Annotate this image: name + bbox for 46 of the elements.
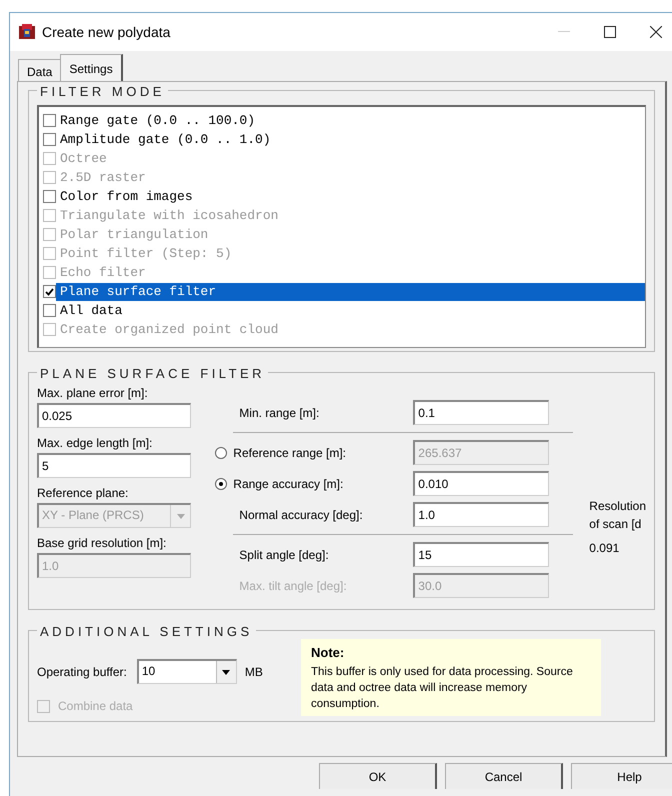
list-item[interactable]: Color from images [56, 188, 645, 206]
resolution-label: of scan [d [589, 516, 642, 533]
field-label: Max. edge length [m]: [37, 435, 154, 452]
field-label: Reference range [m]: [233, 444, 346, 462]
input-field[interactable]: 15 [413, 542, 550, 567]
field-label: Range accuracy [m]: [233, 476, 344, 492]
radio-button[interactable] [215, 478, 228, 490]
checkbox[interactable] [43, 114, 56, 127]
resolution-label: Resolution [589, 498, 646, 515]
list-item[interactable]: Amplitude gate (0.0 .. 1.0) [56, 130, 645, 148]
field-label: Min. range [m]: [239, 404, 320, 422]
app-icon [18, 23, 36, 41]
dialog-button[interactable]: OK [319, 763, 437, 789]
input-field[interactable]: 0.025 [37, 403, 192, 428]
input-field[interactable]: 0.010 [413, 471, 550, 496]
field-label: Max. tilt angle [deg]: [239, 578, 347, 594]
checkbox-label: Combine data [58, 698, 133, 715]
tab[interactable]: Data [18, 59, 62, 81]
checkbox[interactable] [43, 190, 56, 203]
field-label: Base grid resolution [m]: [37, 535, 168, 552]
field-label: Reference plane: [37, 485, 130, 502]
checkbox[interactable] [43, 285, 56, 298]
field-label: Split angle [deg]: [239, 546, 329, 564]
input-field[interactable]: 1.0 [413, 502, 550, 527]
list-item[interactable]: All data [56, 302, 645, 320]
dropdown[interactable]: 10 [136, 659, 237, 684]
resolution-value: 0.091 [589, 540, 620, 557]
window-title: Create new polydata [42, 22, 172, 42]
unit-label: MB [244, 664, 263, 680]
list-item[interactable]: Range gate (0.0 .. 100.0) [56, 112, 645, 130]
checkbox[interactable] [43, 304, 56, 317]
minimize-icon [558, 31, 570, 33]
input-field[interactable]: 0.1 [413, 400, 550, 425]
note-text: This buffer is only used for data processing. Source data and octree data will increase memory consumption. [311, 664, 574, 712]
checkbox[interactable] [43, 133, 56, 146]
dialog-button[interactable]: Help [571, 763, 672, 789]
note-title: Note: [311, 644, 346, 662]
maximize-icon [604, 26, 616, 38]
field-label: Operating buffer: [37, 664, 127, 680]
close-icon [650, 26, 662, 38]
list-item[interactable]: Plane surface filter [56, 282, 645, 300]
field-label: Max. plane error [m]: [37, 385, 149, 402]
dialog-button[interactable]: Cancel [445, 763, 563, 789]
field-label: Normal accuracy [deg]: [239, 506, 363, 524]
tab[interactable]: Settings [60, 54, 123, 81]
input-field[interactable]: 5 [37, 453, 192, 478]
